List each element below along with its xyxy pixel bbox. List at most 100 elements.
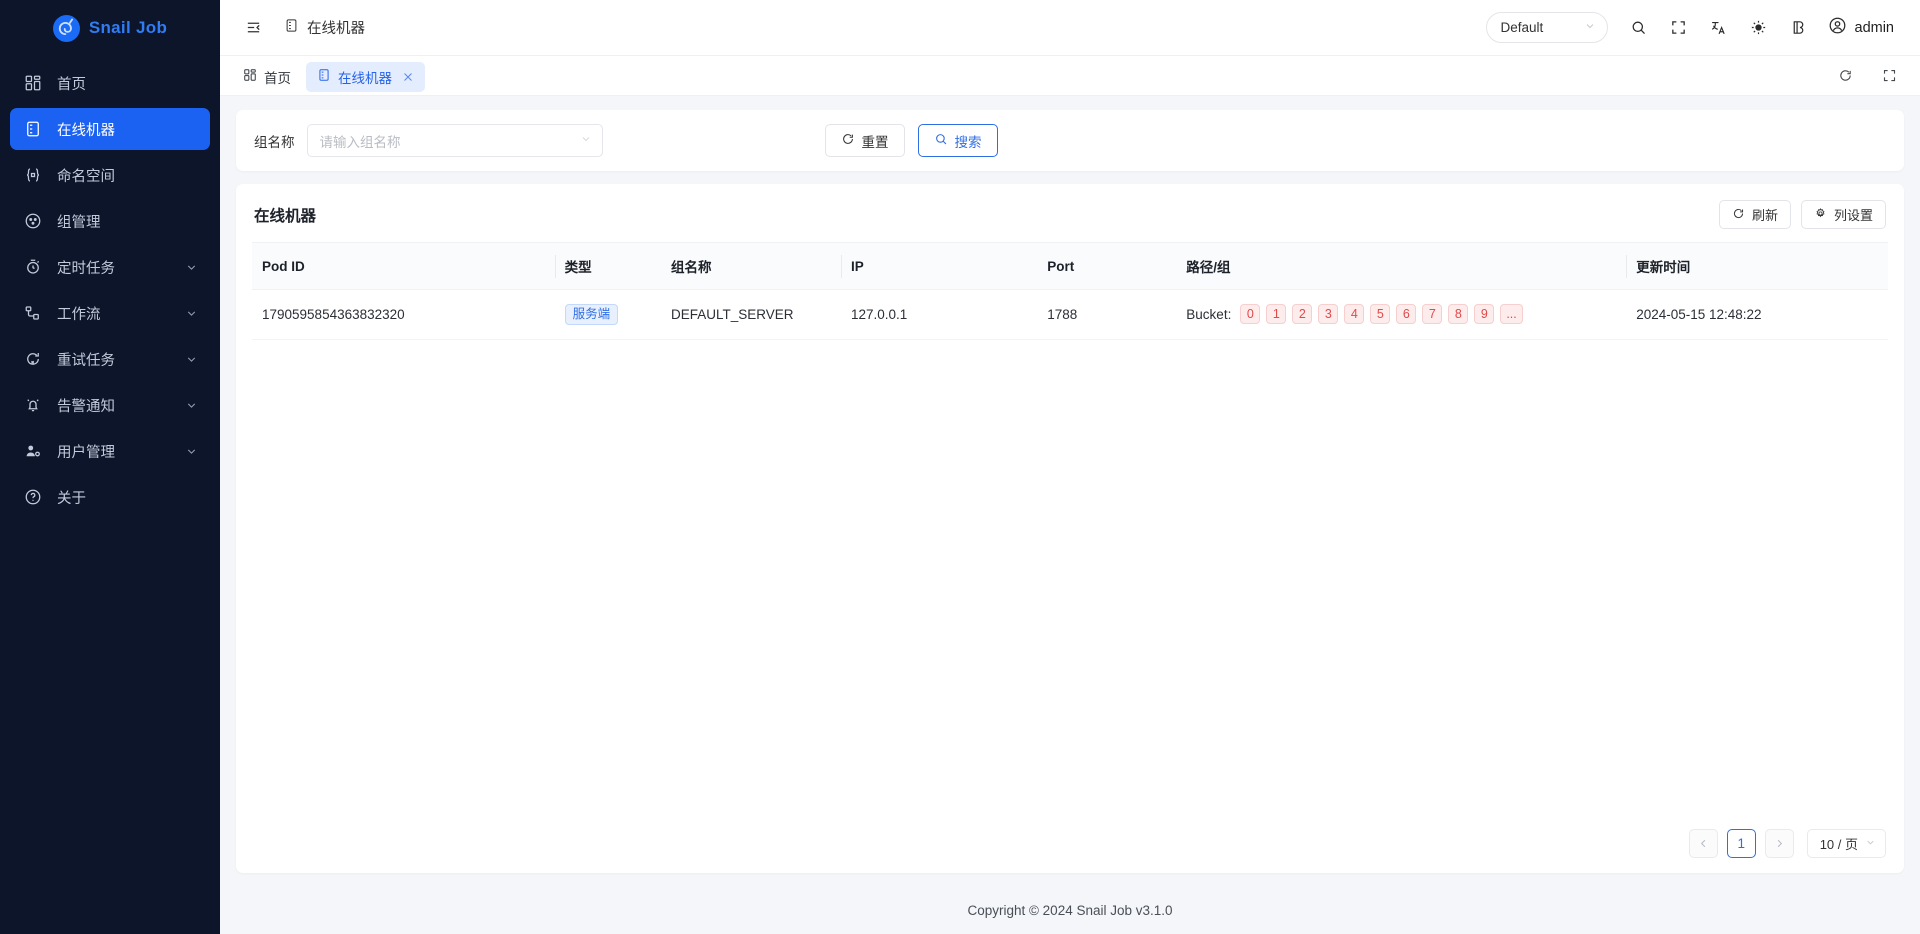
user-name: admin [1854, 19, 1895, 36]
server-icon [284, 18, 299, 37]
namespace-select[interactable]: Default [1485, 12, 1608, 43]
pagination-prev[interactable] [1688, 829, 1718, 858]
footer: Copyright © 2024 Snail Job v3.1.0 [236, 886, 1904, 934]
table-header-bar: 在线机器 刷新 列设置 [236, 184, 1904, 242]
sidebar: Snail Job 首页 在线机器 命名空间 组管理 定时任务 工作流 重试任务… [0, 0, 220, 934]
sidebar-item-retry-tasks[interactable]: 重试任务 [10, 338, 210, 380]
timer-icon [22, 256, 44, 278]
table-actions: 刷新 列设置 [1718, 200, 1886, 229]
tab-label: 在线机器 [338, 70, 392, 86]
content-area: 组名称 请输入组名称 重置 搜索 在线机器 刷新 列设置 Pod ID 类型 组… [220, 96, 1920, 934]
content-fullscreen-icon[interactable] [1872, 59, 1906, 93]
question-icon [22, 486, 44, 508]
online-machines-table: Pod ID 类型 组名称 IP Port 路径/组 更新时间 17905958… [252, 243, 1888, 340]
column-group-name: 组名称 [660, 243, 841, 290]
dashboard-icon [22, 72, 44, 94]
table-panel: 在线机器 刷新 列设置 Pod ID 类型 组名称 IP Port 路径/组 更… [236, 184, 1904, 873]
status-badge: 服务端 [564, 304, 619, 325]
bucket-tag: 0 [1240, 304, 1261, 325]
namespace-select-value: Default [1500, 20, 1544, 35]
bucket-list: Bucket: 0 1 2 3 4 5 6 7 8 9 ... [1186, 304, 1616, 325]
theme-sun-icon[interactable] [1742, 11, 1776, 45]
namespace-icon [22, 164, 44, 186]
sidebar-item-namespace[interactable]: 命名空间 [10, 154, 210, 196]
gear-icon [1814, 207, 1827, 223]
tab-online-machines[interactable]: 在线机器 [306, 61, 425, 92]
chevron-down-icon [184, 260, 198, 274]
translate-icon[interactable] [1702, 11, 1736, 45]
filter-panel: 组名称 请输入组名称 重置 搜索 [236, 110, 1904, 171]
page-size-select[interactable]: 10 / 页 [1806, 829, 1886, 858]
sidebar-label: 组管理 [57, 214, 101, 231]
tab-list: 首页 在线机器 [232, 56, 425, 95]
reset-label: 重置 [861, 134, 889, 150]
group-icon [22, 210, 44, 232]
bell-icon [22, 394, 44, 416]
copyright-text: Copyright © 2024 Snail Job v3.1.0 [967, 902, 1173, 918]
column-update-time: 更新时间 [1626, 243, 1888, 290]
user-menu[interactable]: admin [1822, 16, 1899, 40]
workflow-icon [22, 302, 44, 324]
refresh-button[interactable]: 刷新 [1718, 200, 1791, 229]
menu-collapse-icon[interactable] [238, 13, 268, 43]
column-port: Port [1037, 243, 1177, 290]
cell-port: 1788 [1037, 289, 1177, 340]
sidebar-label: 关于 [57, 490, 86, 507]
chevron-down-icon [580, 132, 592, 150]
sidebar-item-alarm-notification[interactable]: 告警通知 [10, 384, 210, 426]
table-body: 1790595854363832320 服务端 DEFAULT_SERVER 1… [252, 289, 1888, 340]
retry-icon [22, 348, 44, 370]
snail-logo-icon [52, 14, 80, 42]
bucket-tag: 3 [1318, 304, 1339, 325]
chevron-down-icon [184, 444, 198, 458]
search-icon [934, 132, 948, 149]
group-name-select[interactable]: 请输入组名称 [306, 124, 603, 157]
group-name-label: 组名称 [254, 134, 295, 150]
bucket-tag-more[interactable]: ... [1500, 304, 1523, 325]
search-icon[interactable] [1622, 11, 1656, 45]
column-settings-button[interactable]: 列设置 [1800, 200, 1886, 229]
breadcrumb: 在线机器 [284, 17, 365, 38]
reload-icon[interactable] [1828, 59, 1862, 93]
sidebar-item-about[interactable]: 关于 [10, 476, 210, 518]
sidebar-item-user-management[interactable]: 用户管理 [10, 430, 210, 472]
chevron-down-icon [1574, 20, 1596, 35]
column-ip: IP [840, 243, 1038, 290]
sidebar-label: 用户管理 [57, 444, 115, 461]
sidebar-item-online-machines[interactable]: 在线机器 [10, 108, 210, 150]
pagination-next[interactable] [1764, 829, 1794, 858]
column-pod-id: Pod ID [252, 243, 555, 290]
tab-bar: 首页 在线机器 [220, 56, 1920, 96]
cell-update-time: 2024-05-15 12:48:22 [1626, 289, 1888, 340]
table-head: Pod ID 类型 组名称 IP Port 路径/组 更新时间 [252, 243, 1888, 290]
tab-home[interactable]: 首页 [232, 62, 302, 92]
fullscreen-icon[interactable] [1662, 11, 1696, 45]
theme-layout-icon[interactable] [1782, 11, 1816, 45]
cell-group-name: DEFAULT_SERVER [660, 289, 841, 340]
bucket-tag: 5 [1370, 304, 1391, 325]
sidebar-label: 定时任务 [57, 260, 115, 277]
sidebar-item-home[interactable]: 首页 [10, 62, 210, 104]
chevron-down-icon [1865, 836, 1876, 851]
topbar: 在线机器 Default admin [220, 0, 1920, 56]
server-icon [317, 68, 331, 85]
search-button[interactable]: 搜索 [917, 124, 998, 157]
table-row[interactable]: 1790595854363832320 服务端 DEFAULT_SERVER 1… [252, 289, 1888, 340]
bucket-tag: 7 [1422, 304, 1443, 325]
tab-label: 首页 [264, 70, 291, 86]
sidebar-item-group-management[interactable]: 组管理 [10, 200, 210, 242]
sidebar-nav: 首页 在线机器 命名空间 组管理 定时任务 工作流 重试任务 告警通知 用户管理… [0, 56, 220, 518]
reset-button[interactable]: 重置 [824, 124, 905, 157]
sidebar-item-scheduled-tasks[interactable]: 定时任务 [10, 246, 210, 288]
sidebar-label: 在线机器 [57, 122, 115, 139]
sidebar-item-workflow[interactable]: 工作流 [10, 292, 210, 334]
close-icon[interactable] [401, 70, 414, 83]
page-size-value: 10 / 页 [1819, 837, 1858, 852]
brand-logo[interactable]: Snail Job [0, 0, 220, 56]
user-circle-icon [1828, 16, 1847, 40]
pagination-page-1[interactable]: 1 [1726, 829, 1756, 858]
bucket-tag: 9 [1474, 304, 1495, 325]
tab-bar-actions [1828, 59, 1906, 93]
bucket-tag: 8 [1448, 304, 1469, 325]
app-root: Snail Job 首页 在线机器 命名空间 组管理 定时任务 工作流 重试任务… [0, 0, 1920, 934]
